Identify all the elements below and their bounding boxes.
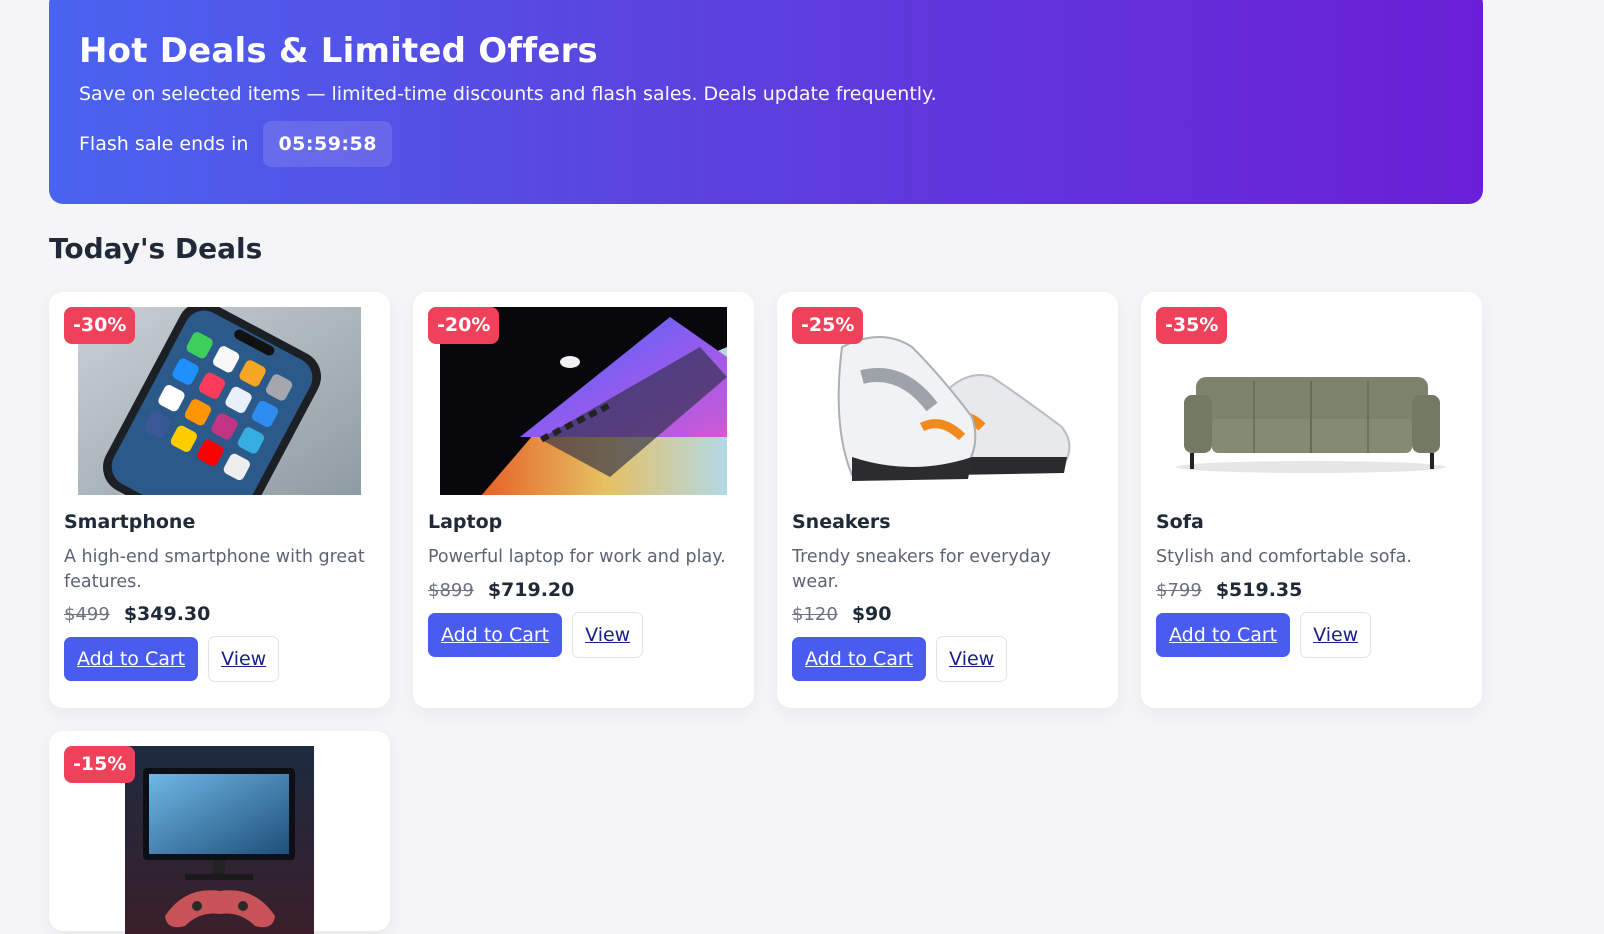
product-name: Sneakers (792, 511, 891, 533)
product-image-sneakers[interactable]: -25% (792, 307, 1103, 495)
add-to-cart-button[interactable]: Add to Cart (1156, 613, 1291, 657)
product-image-sofa[interactable]: -35% (1156, 307, 1467, 495)
product-card-smartphone: -30% Smartphone A high-end smartphone wi… (49, 292, 390, 708)
discount-badge: -25% (792, 307, 864, 344)
hero-subtitle: Save on selected items — limited-time di… (79, 82, 937, 105)
sale-price: $519.35 (1215, 579, 1303, 601)
product-image-gaming[interactable]: -15% (64, 746, 375, 934)
product-description: Powerful laptop for work and play. (428, 547, 726, 567)
sale-price: $349.30 (123, 602, 211, 625)
card-actions: Add to Cart View (64, 635, 375, 682)
card-actions: Add to Cart View (1156, 612, 1467, 658)
price-row: $799 $519.35 (1156, 579, 1467, 601)
product-name: Smartphone (64, 511, 196, 533)
view-button[interactable]: View (572, 612, 644, 658)
card-actions: Add to Cart View (792, 635, 1103, 682)
product-card-laptop: -20% Laptop Powerful laptop for work and… (413, 292, 754, 708)
original-price: $799 (1156, 580, 1202, 601)
price-row: $120 $90 (792, 603, 1103, 625)
add-to-cart-button[interactable]: Add to Cart (428, 613, 563, 657)
add-to-cart-button[interactable]: Add to Cart (64, 636, 199, 681)
product-name: Laptop (428, 511, 503, 533)
product-card-sneakers: -25% Sneakers Trendy sneakers for everyd… (777, 292, 1118, 708)
price-row: $899 $719.20 (428, 579, 739, 601)
product-image-laptop[interactable]: -20% (428, 307, 739, 495)
hero-banner: Hot Deals & Limited Offers Save on selec… (49, 0, 1483, 204)
sale-price: $90 (851, 602, 892, 625)
card-actions: Add to Cart View (428, 612, 739, 658)
product-description: Stylish and comfortable sofa. (1156, 547, 1412, 567)
product-description: A high-end smartphone with great feature… (64, 547, 365, 593)
flash-sale-timer: Flash sale ends in 05:59:58 (79, 121, 1453, 168)
product-card-gaming: -15% (49, 731, 390, 934)
original-price: $120 (792, 603, 838, 625)
view-button[interactable]: View (936, 635, 1008, 682)
original-price: $899 (428, 580, 474, 601)
sale-price: $719.20 (487, 579, 575, 601)
product-card-sofa: -35% Sofa Stylish and comfortable sofa. … (1141, 292, 1482, 708)
add-to-cart-button[interactable]: Add to Cart (792, 636, 927, 681)
view-button[interactable]: View (208, 635, 280, 682)
product-description: Trendy sneakers for everyday wear. (792, 547, 1051, 593)
countdown-value: 05:59:58 (263, 121, 392, 168)
timer-label: Flash sale ends in (79, 133, 249, 156)
discount-badge: -20% (428, 307, 500, 344)
view-button[interactable]: View (1300, 612, 1372, 658)
section-title: Today's Deals (49, 232, 263, 265)
original-price: $499 (64, 603, 110, 625)
product-name: Sofa (1156, 511, 1204, 533)
discount-badge: -15% (64, 746, 136, 783)
discount-badge: -35% (1156, 307, 1228, 344)
hero-title: Hot Deals & Limited Offers (79, 31, 598, 71)
product-image-smartphone[interactable]: -30% (64, 307, 375, 495)
price-row: $499 $349.30 (64, 603, 375, 625)
gaming-setup-photo (125, 746, 314, 934)
discount-badge: -30% (64, 307, 136, 344)
